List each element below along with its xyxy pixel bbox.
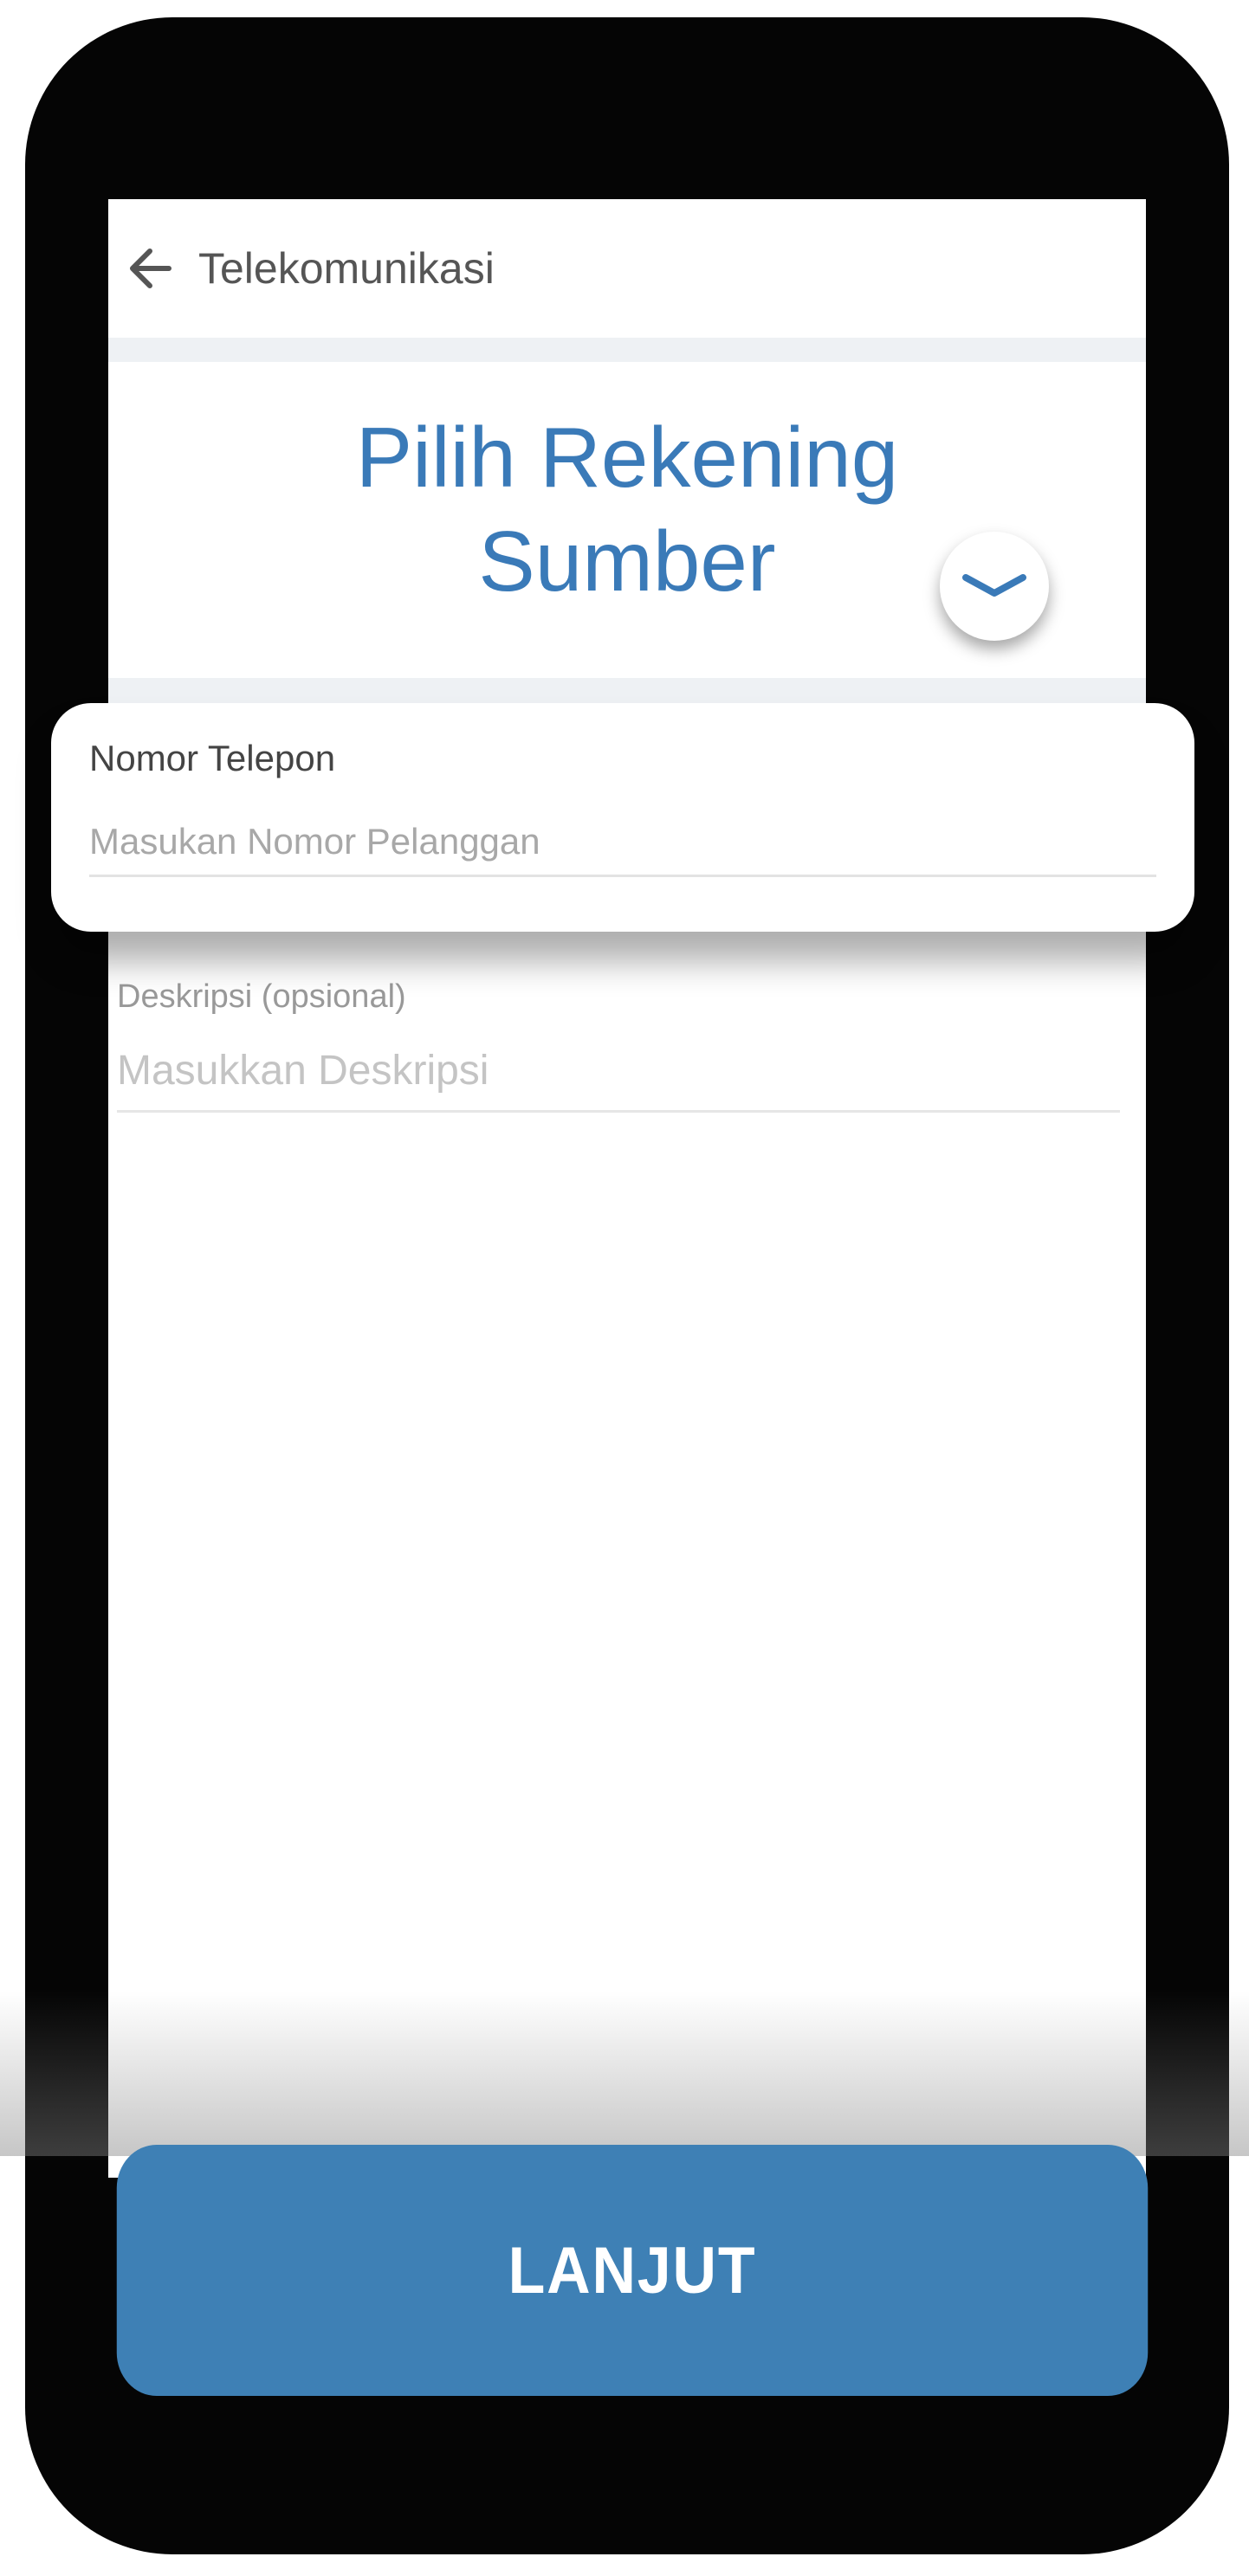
description-label: Deskripsi (opsional)	[117, 978, 406, 1015]
phone-number-card: Nomor Telepon	[51, 703, 1194, 932]
app-screen: Telekomunikasi Pilih Rekening Sumber Des…	[108, 199, 1146, 2178]
next-button[interactable]: LANJUT	[116, 2145, 1149, 2396]
page-title: Telekomunikasi	[198, 244, 495, 293]
description-input[interactable]	[117, 1030, 1120, 1113]
phone-number-label: Nomor Telepon	[89, 738, 336, 778]
source-account-selector[interactable]: Pilih Rekening Sumber	[108, 362, 1146, 678]
divider	[108, 678, 1146, 704]
source-account-title-line1: Pilih Rekening	[355, 410, 899, 505]
app-bar: Telekomunikasi	[108, 199, 1146, 338]
divider	[108, 338, 1146, 362]
phone-number-input[interactable]	[89, 809, 1156, 877]
arrow-left-icon[interactable]	[120, 238, 181, 299]
expand-source-account-button[interactable]	[940, 532, 1049, 641]
chevron-down-icon	[957, 567, 1032, 606]
